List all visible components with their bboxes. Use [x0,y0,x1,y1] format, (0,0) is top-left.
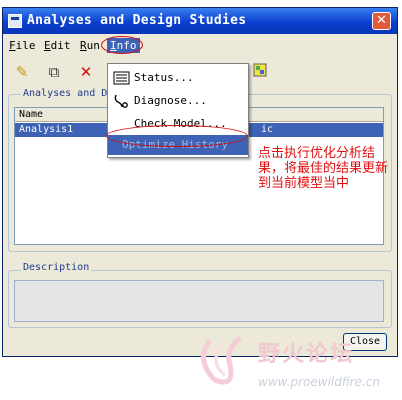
annotation-note: 点击执行优化分析结果，将最佳的结果更新到当前模型当中 [258,146,389,191]
menu-item-diagnose[interactable]: Diagnose... [108,91,248,111]
pencil-icon[interactable]: ✎ [11,62,33,82]
menu-file[interactable]: File [9,39,36,52]
copy-icon[interactable]: ⧉ [43,62,65,82]
menu-run[interactable]: Run [80,39,100,52]
menu-edit[interactable]: Edit [44,39,71,52]
status-icon [113,71,130,85]
watermark-name: 野火论坛 [258,342,355,367]
color-palette-icon[interactable] [249,62,271,82]
app-icon [8,14,22,28]
menu-item-check-model[interactable]: Check Model... [108,114,248,134]
watermark-url: www.proewildfire.cn [258,375,380,389]
info-dropdown-menu: Status... Diagnose... Check Model... Opt… [107,63,249,158]
menu-bar: File Edit Run Info [3,37,397,55]
menu-item-optimize-history[interactable]: Optimize History [108,135,248,155]
row-name: Analysis1 [19,124,74,135]
description-field[interactable] [14,280,384,322]
close-window-button[interactable]: ✕ [372,12,391,30]
menu-item-status[interactable]: Status... [108,68,248,88]
menu-info[interactable]: Info [107,38,140,53]
title-bar[interactable]: Analyses and Design Studies ✕ [3,8,397,34]
analyses-group-label: Analyses and D [21,88,110,99]
delete-icon[interactable]: ✕ [75,62,97,82]
watermark-logo [190,330,260,390]
stethoscope-icon [113,94,130,108]
window-title: Analyses and Design Studies [27,13,247,28]
row-type: ic [261,124,274,135]
description-group-label: Description [21,262,92,273]
dialog-window: Analyses and Design Studies ✕ File Edit … [2,7,398,357]
